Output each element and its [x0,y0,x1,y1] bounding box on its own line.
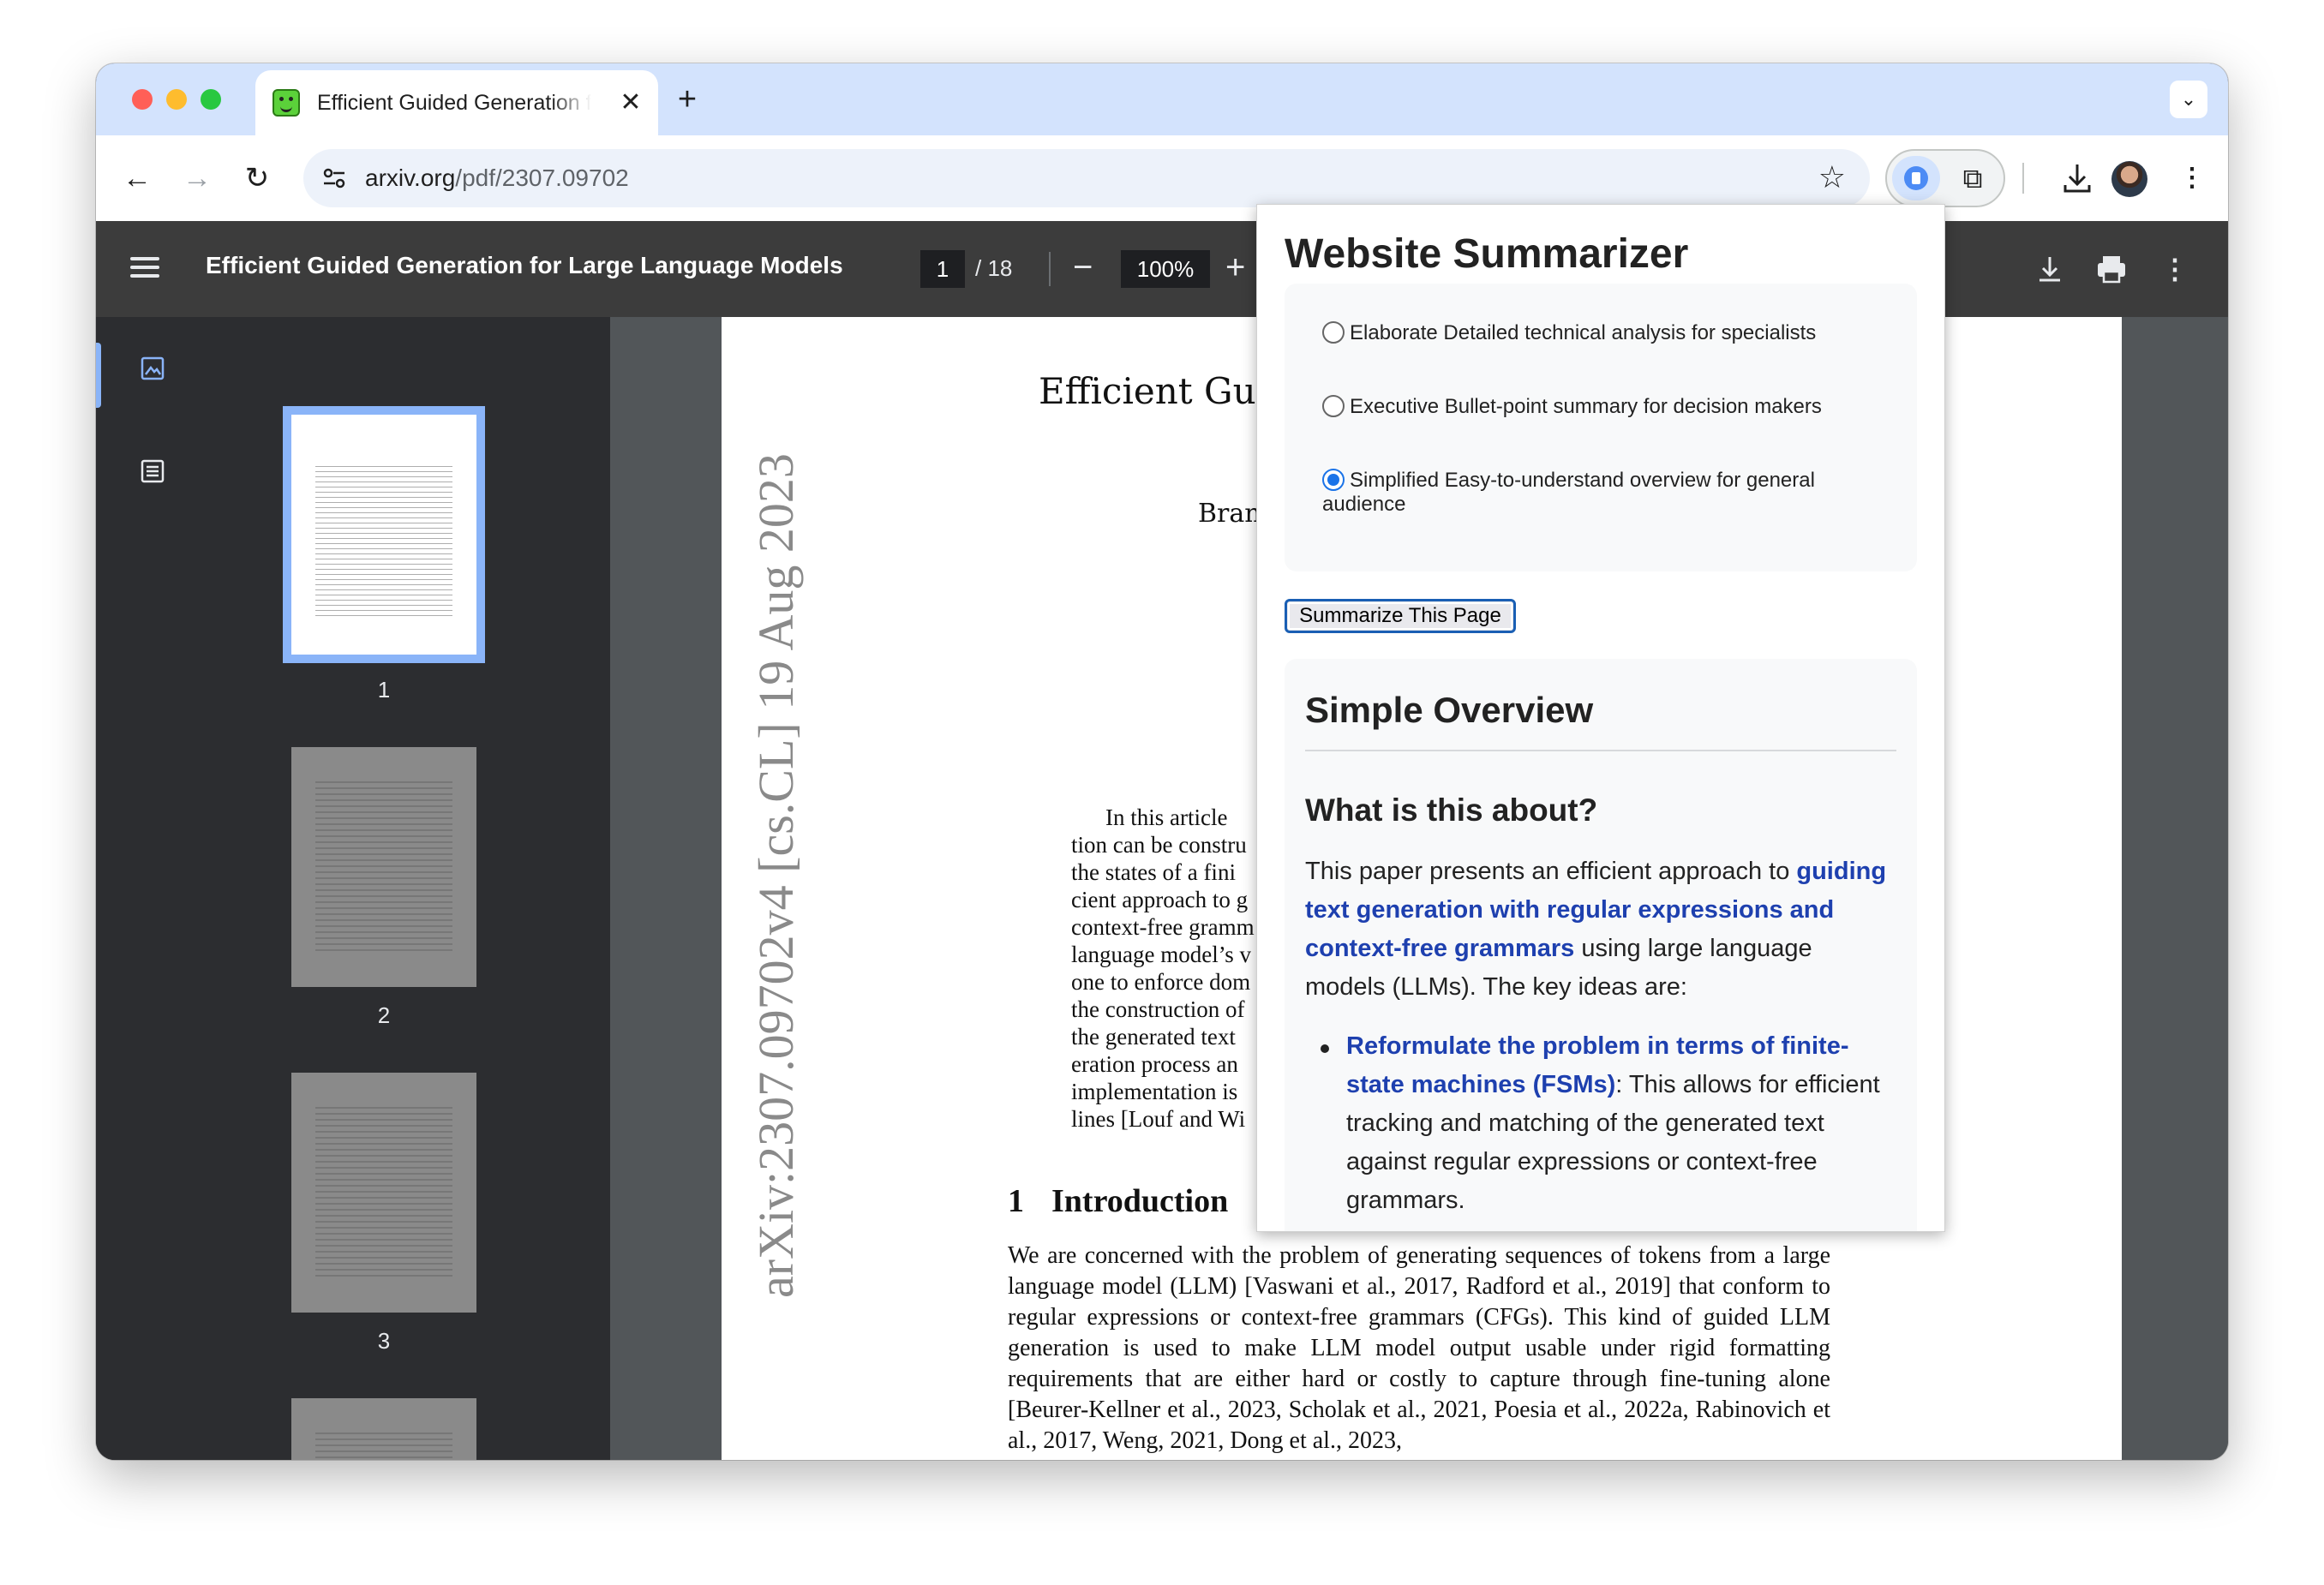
bookmark-star-icon[interactable]: ☆ [1818,159,1846,195]
page-thumbnail[interactable] [291,1398,476,1460]
abstract-line: language model’s v [1071,942,1251,967]
abstract-line: cient approach to g [1071,887,1249,912]
bullet-dot [1321,1044,1329,1053]
paper-title: Efficient Guid [1039,370,1291,412]
pdf-more-icon[interactable]: ⋮ [2156,250,2194,288]
url-text[interactable]: arxiv.org/pdf/2307.09702 [365,164,629,192]
thumbnail-label: 1 [377,677,391,703]
zoom-window-button[interactable] [201,89,221,110]
minimize-window-button[interactable] [166,89,187,110]
tab-close-icon[interactable]: ✕ [615,87,646,118]
favicon-icon [273,89,300,117]
extensions-puzzle-icon[interactable]: ⧉ [1956,161,1990,195]
popup-title: Website Summarizer [1285,231,1689,277]
paper-author: Bran [1198,499,1261,529]
summarizer-icon [1904,166,1928,190]
summary-options: Elaborate Detailed technical analysis fo… [1285,284,1917,571]
forward-arrow-icon[interactable]: → [178,159,216,197]
sidebar-rail [96,317,199,1460]
zoom-input[interactable]: 100% [1121,250,1210,288]
abstract: In this article tion can be constru the … [1071,804,1260,1133]
url-path: /pdf/2307.09702 [455,164,629,191]
abstract-line: In this article [1105,804,1228,830]
result-bullet: Reformulate the problem in terms of fini… [1346,1032,1880,1214]
abstract-line: implementation is [1071,1079,1238,1104]
result-heading: Simple Overview [1305,690,1594,730]
site-settings-icon[interactable] [320,164,348,192]
page-total: / 18 [975,255,1013,281]
toolbar-divider [1049,252,1051,286]
option-radio-elaborate[interactable] [1322,321,1345,344]
close-window-button[interactable] [132,89,153,110]
extensions-group: ⧉ [1885,149,2005,207]
tab-strip: Efficient Guided Generation for Large La… [96,63,2228,135]
new-tab-button[interactable]: + [670,82,704,117]
divider [1305,750,1896,751]
abstract-line: the generated text [1071,1024,1236,1050]
thumbnail-label: 3 [377,1328,391,1354]
page-number-input[interactable]: 1 [920,250,965,288]
abstract-line: the states of a fini [1071,859,1236,885]
active-indicator [96,343,101,408]
menu-icon[interactable] [130,252,159,286]
tab-title: Efficient Guided Generation for Large La… [317,91,591,115]
extension-summarizer-button[interactable] [1892,156,1940,200]
option-label-elaborate[interactable]: Elaborate Detailed technical analysis fo… [1350,321,1898,345]
summary-result: Simple Overview What is this about? This… [1285,659,1917,1231]
abstract-line: lines [Louf and Wi [1071,1106,1246,1132]
url-domain: arxiv.org [365,164,456,191]
thumbnails-icon[interactable] [139,355,166,382]
address-bar[interactable]: arxiv.org/pdf/2307.09702 ☆ [303,149,1870,207]
abstract-line: context-free gramm [1071,914,1255,940]
outline-icon[interactable] [139,458,166,485]
summarizer-popup: Website Summarizer Elaborate Detailed te… [1256,204,1945,1232]
abstract-line: eration process an [1071,1051,1238,1077]
avatar[interactable] [2111,161,2147,197]
section-heading: 1 Introduction [1008,1183,1229,1219]
paper-body: We are concerned with the problem of gen… [1008,1242,1830,1454]
zoom-in-icon[interactable]: + [1225,248,1245,286]
zoom-out-icon[interactable]: − [1073,248,1093,286]
page-thumbnail[interactable] [291,1073,476,1313]
thumbnail-label: 2 [377,1002,391,1028]
back-arrow-icon[interactable]: ← [118,159,156,197]
print-icon[interactable] [2093,250,2130,288]
result-paragraph: This paper presents an efficient approac… [1305,858,1887,1001]
page-thumbnail[interactable] [283,406,485,663]
option-label-executive[interactable]: Executive Bullet-point summary for decis… [1350,395,1915,419]
abstract-line: one to enforce dom [1071,969,1251,995]
option-label-simplified[interactable]: Simplified Easy-to-understand overview f… [1322,469,1871,517]
more-vert-icon[interactable]: ⋮ [2173,159,2211,197]
active-tab[interactable]: Efficient Guided Generation for Large La… [255,70,658,135]
browser-window: Efficient Guided Generation for Large La… [96,63,2228,1460]
pdf-sidebar: 1 2 3 [96,317,610,1460]
page-thumbnail[interactable] [291,747,476,987]
abstract-line: tion can be constru [1071,832,1247,858]
tab-search-button[interactable]: ⌄ [2170,81,2207,118]
summarize-button[interactable]: Summarize This Page [1285,599,1516,633]
pdf-download-icon[interactable] [2031,250,2069,288]
download-icon[interactable] [2058,159,2096,197]
option-radio-executive[interactable] [1322,395,1345,417]
reload-icon[interactable]: ↻ [238,159,276,197]
result-subheading: What is this about? [1305,792,1598,828]
pdf-title: Efficient Guided Generation for Large La… [206,252,843,278]
toolbar-divider [2022,163,2024,194]
arxiv-stamp: arXiv:2307.09702v4 [cs.CL] 19 Aug 2023 [748,453,804,1298]
abstract-line: the construction of [1071,996,1245,1022]
